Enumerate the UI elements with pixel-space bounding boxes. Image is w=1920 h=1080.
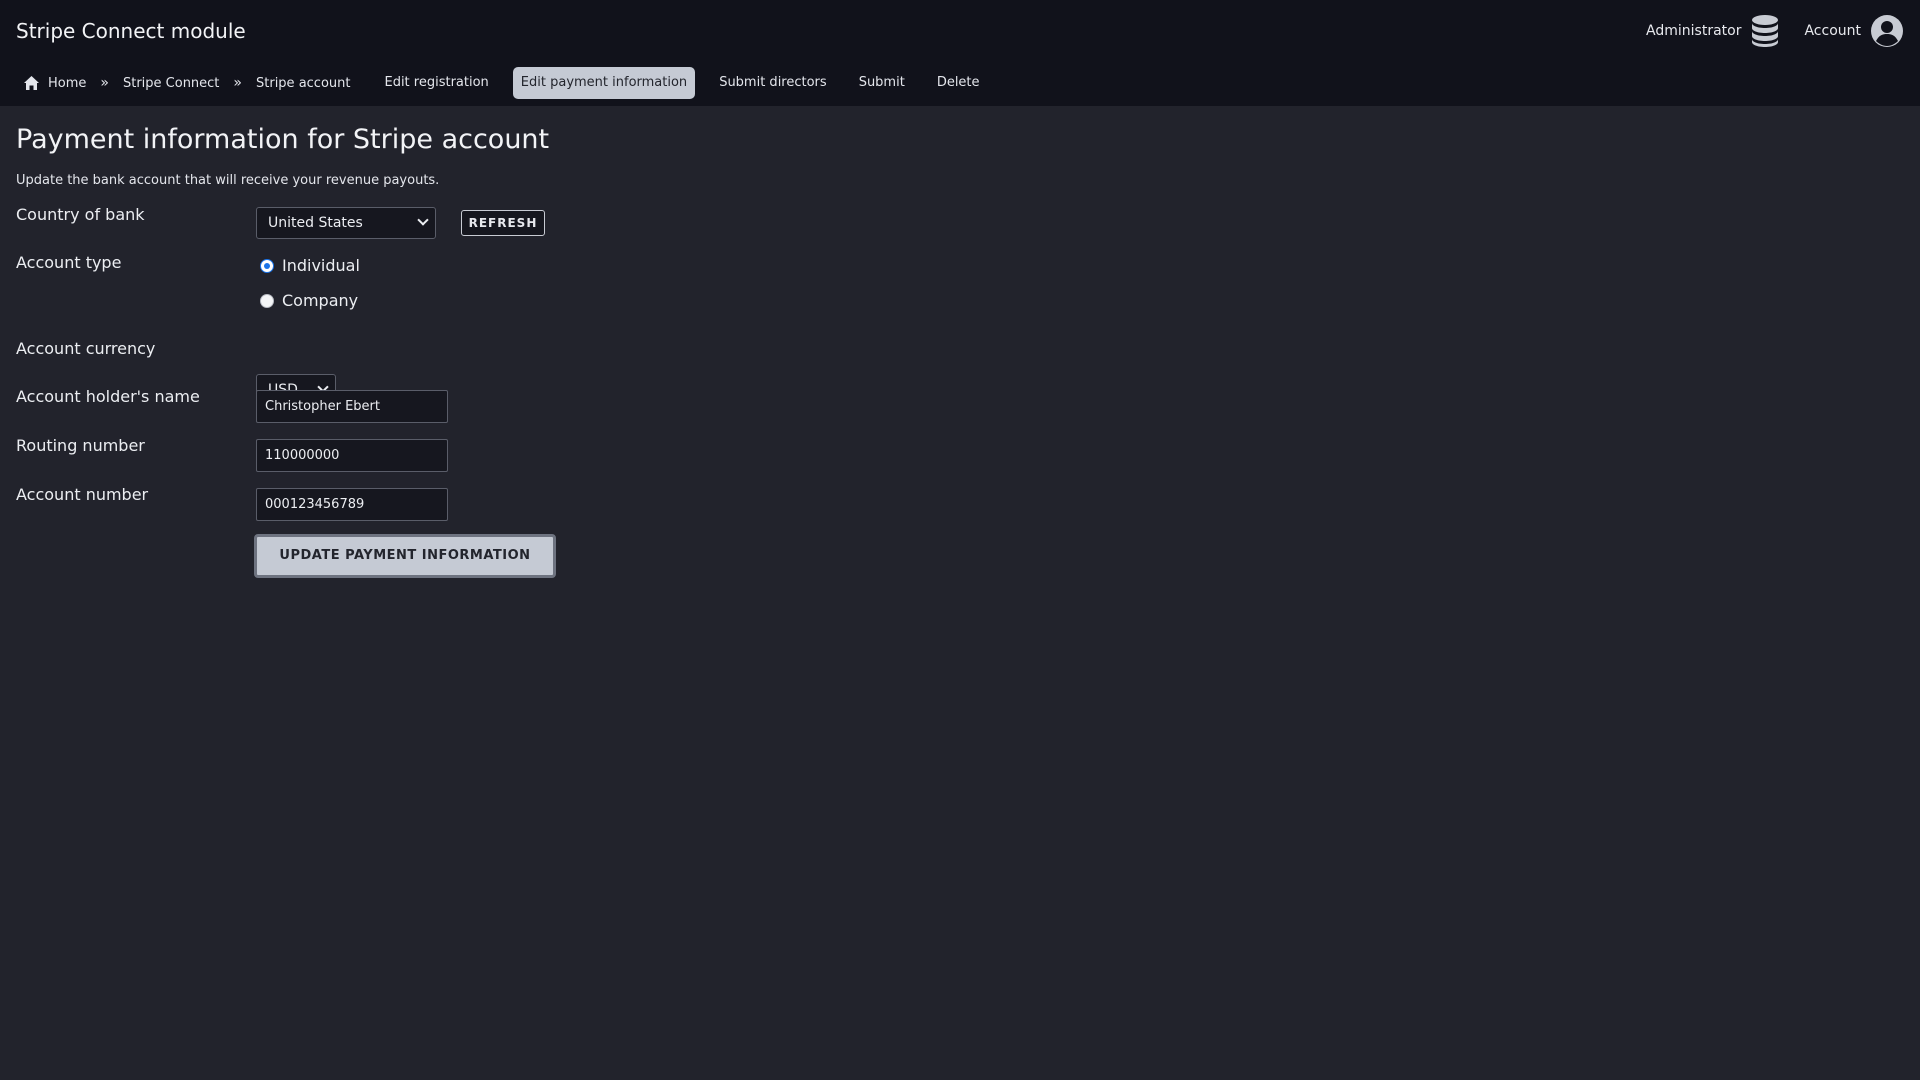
breadcrumb-separator: » [233, 75, 242, 91]
main-content: Payment information for Stripe account U… [16, 106, 1904, 578]
page-title: Payment information for Stripe account [16, 124, 550, 155]
top-header: Stripe Connect module Administrator Acco… [0, 0, 1920, 106]
refresh-button[interactable]: REFRESH [461, 210, 545, 236]
app-title: Stripe Connect module [16, 19, 246, 43]
radio-individual[interactable] [260, 259, 274, 273]
country-label: Country of bank [16, 205, 145, 224]
breadcrumb-home[interactable]: Home [16, 67, 94, 99]
account-number-input[interactable]: 000123456789 [256, 488, 448, 521]
tab-submit-directors[interactable]: Submit directors [711, 67, 835, 99]
country-value: United States [268, 215, 363, 231]
breadcrumb-home-label: Home [48, 75, 87, 91]
page-description: Update the bank account that will receiv… [16, 173, 440, 188]
breadcrumb-stripe-account[interactable]: Stripe account [248, 67, 358, 99]
tab-delete[interactable]: Delete [929, 67, 988, 99]
radio-company[interactable] [260, 294, 274, 308]
account-type-company[interactable]: Company [260, 291, 358, 311]
administrator-label: Administrator [1646, 23, 1742, 39]
routing-number-input[interactable]: 110000000 [256, 439, 448, 472]
home-icon [24, 76, 39, 90]
radio-company-label: Company [282, 291, 359, 310]
account-number-label: Account number [16, 485, 149, 504]
country-select[interactable]: United States [256, 207, 436, 239]
user-area: Administrator Account [1646, 14, 1904, 48]
breadcrumb-nav: Home » Stripe Connect » Stripe account E… [16, 67, 988, 99]
holder-name-input[interactable]: Christopher Ebert [256, 390, 448, 423]
database-icon [1752, 15, 1779, 47]
administrator-menu[interactable]: Administrator [1646, 14, 1780, 48]
tab-submit[interactable]: Submit [851, 67, 913, 99]
account-type-individual[interactable]: Individual [260, 256, 360, 276]
currency-label: Account currency [16, 339, 156, 358]
routing-number-label: Routing number [16, 436, 145, 455]
account-menu[interactable]: Account [1804, 14, 1904, 48]
breadcrumb-separator: » [100, 75, 109, 91]
holder-name-label: Account holder's name [16, 387, 200, 406]
chevron-down-icon [417, 214, 429, 226]
tab-edit-payment-information[interactable]: Edit payment information [512, 67, 696, 99]
user-circle-icon [1871, 15, 1903, 47]
account-label: Account [1804, 23, 1861, 39]
breadcrumb-stripe-connect[interactable]: Stripe Connect [115, 67, 227, 99]
radio-individual-label: Individual [282, 256, 360, 275]
update-payment-button[interactable]: UPDATE PAYMENT INFORMATION [254, 534, 556, 578]
tab-edit-registration[interactable]: Edit registration [376, 67, 496, 99]
account-type-label: Account type [16, 253, 122, 272]
